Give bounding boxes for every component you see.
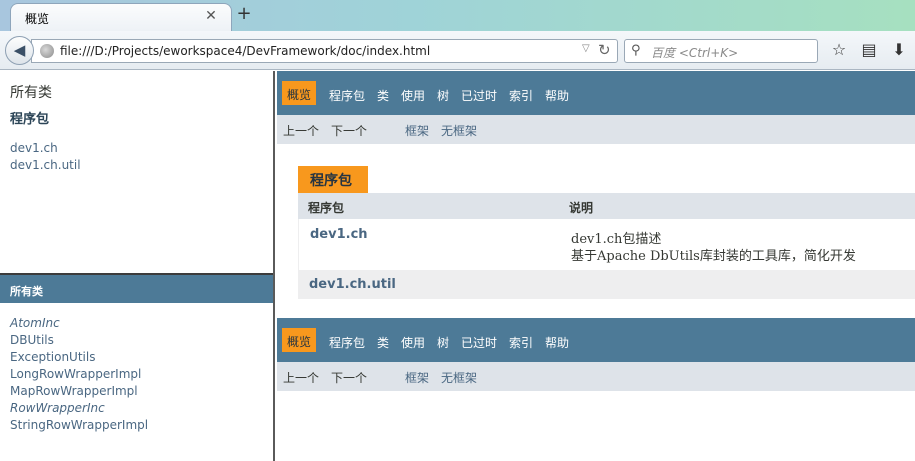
left-frame: 所有类 程序包 dev1.ch dev1.ch.util 所有类 AtomInc…	[0, 71, 275, 461]
bookmarks-menu-icon[interactable]: ▤	[858, 39, 880, 61]
classes-frame: 所有类 AtomInc DBUtils ExceptionUtils LongR…	[0, 275, 273, 461]
nav-class: 类	[377, 336, 390, 350]
class-link[interactable]: StringRowWrapperImpl	[10, 417, 148, 434]
no-frames-link[interactable]: 无框架	[441, 122, 477, 139]
bottom-sub-nav-bar: 上一个 下一个 框架 无框架	[277, 362, 915, 391]
bottom-nav-bar: 概览 程序包 类 使用 树 已过时 索引 帮助	[277, 318, 915, 362]
package-link[interactable]: dev1.ch.util	[309, 277, 396, 292]
packages-heading: 程序包	[10, 112, 50, 127]
nav-index[interactable]: 索引	[509, 334, 533, 351]
class-link[interactable]: LongRowWrapperImpl	[10, 366, 148, 383]
reload-icon[interactable]: ↻	[598, 41, 611, 59]
nav-index[interactable]: 索引	[509, 87, 533, 104]
tab-title: 概览	[25, 12, 50, 26]
frames-link[interactable]: 框架	[405, 122, 429, 139]
navigation-toolbar: file:///D:/Projects/eworkspace4/DevFrame…	[0, 31, 915, 70]
description-line: 基于Apache DbUtils库封装的工具库，简化开发	[571, 249, 856, 264]
history-dropdown-icon[interactable]: ▽	[582, 43, 590, 54]
classes-bar: 所有类	[0, 275, 273, 303]
nav-deprecated[interactable]: 已过时	[461, 334, 497, 351]
column-header-package: 程序包	[308, 201, 345, 215]
back-arrow-icon: ◀	[13, 41, 26, 59]
prev-label: 上一个	[283, 124, 320, 138]
column-header-description: 说明	[569, 201, 594, 215]
globe-icon	[40, 44, 54, 58]
close-tab-icon[interactable]: ✕	[203, 8, 219, 24]
browser-tab[interactable]: 概览 ✕	[10, 3, 232, 31]
search-icon: ⚲	[631, 43, 641, 58]
top-nav-bar: 概览 程序包 类 使用 树 已过时 索引 帮助	[277, 71, 915, 115]
package-link[interactable]: dev1.ch.util	[10, 157, 81, 174]
nav-class: 类	[377, 89, 390, 103]
url-bar[interactable]: file:///D:/Projects/eworkspace4/DevFrame…	[31, 39, 618, 63]
nav-overview: 概览	[282, 81, 317, 105]
package-link[interactable]: dev1.ch	[310, 227, 368, 242]
new-tab-icon[interactable]: +	[235, 4, 253, 24]
nav-help[interactable]: 帮助	[545, 334, 569, 351]
all-classes-link[interactable]: 所有类	[10, 82, 52, 102]
nav-tree[interactable]: 树	[437, 334, 449, 351]
package-link[interactable]: dev1.ch	[10, 140, 81, 157]
package-description: dev1.ch包描述 基于Apache DbUtils库封装的工具库，简化开发	[571, 231, 856, 265]
classes-bar-label: 所有类	[10, 285, 43, 298]
page-content: 所有类 程序包 dev1.ch dev1.ch.util 所有类 AtomInc…	[0, 71, 915, 461]
url-text[interactable]: file:///D:/Projects/eworkspace4/DevFrame…	[60, 44, 430, 58]
nav-use: 使用	[401, 336, 426, 350]
frames-link[interactable]: 框架	[405, 369, 429, 386]
next-label: 下一个	[331, 371, 368, 385]
class-link[interactable]: DBUtils	[10, 332, 148, 349]
class-list: AtomInc DBUtils ExceptionUtils LongRowWr…	[10, 315, 148, 434]
search-placeholder: 百度 <Ctrl+K>	[651, 46, 739, 60]
nav-overview: 概览	[282, 328, 317, 352]
sub-nav-bar: 上一个 下一个 框架 无框架	[277, 115, 915, 144]
tab-bar: 概览 ✕ +	[0, 0, 915, 31]
packages-frame: 所有类 程序包 dev1.ch dev1.ch.util	[0, 71, 273, 273]
search-bar[interactable]: ⚲ 百度 <Ctrl+K>	[624, 39, 818, 63]
bookmark-star-icon[interactable]: ☆	[828, 39, 850, 61]
nav-help[interactable]: 帮助	[545, 87, 569, 104]
package-list: dev1.ch dev1.ch.util	[10, 140, 81, 174]
table-row: dev1.ch.util	[298, 270, 915, 299]
class-link[interactable]: ExceptionUtils	[10, 349, 148, 366]
downloads-icon[interactable]: ⬇	[888, 39, 910, 61]
back-button[interactable]: ◀	[5, 36, 34, 65]
nav-tree[interactable]: 树	[437, 87, 449, 104]
class-link[interactable]: RowWrapperInc	[10, 400, 148, 417]
class-link[interactable]: AtomInc	[10, 315, 148, 332]
next-label: 下一个	[331, 124, 368, 138]
nav-package: 程序包	[329, 336, 366, 350]
nav-use: 使用	[401, 89, 426, 103]
no-frames-link[interactable]: 无框架	[441, 369, 477, 386]
table-caption: 程序包	[298, 166, 368, 193]
main-frame: 概览 程序包 类 使用 树 已过时 索引 帮助 上一个 下一个 框架 无框架 程…	[277, 71, 915, 461]
description-line: dev1.ch包描述	[571, 232, 662, 247]
prev-label: 上一个	[283, 371, 320, 385]
table-header: 程序包 说明	[298, 193, 915, 219]
class-link[interactable]: MapRowWrapperImpl	[10, 383, 148, 400]
nav-package: 程序包	[329, 89, 366, 103]
table-row: dev1.ch dev1.ch包描述 基于Apache DbUtils库封装的工…	[298, 219, 915, 270]
nav-deprecated[interactable]: 已过时	[461, 87, 497, 104]
